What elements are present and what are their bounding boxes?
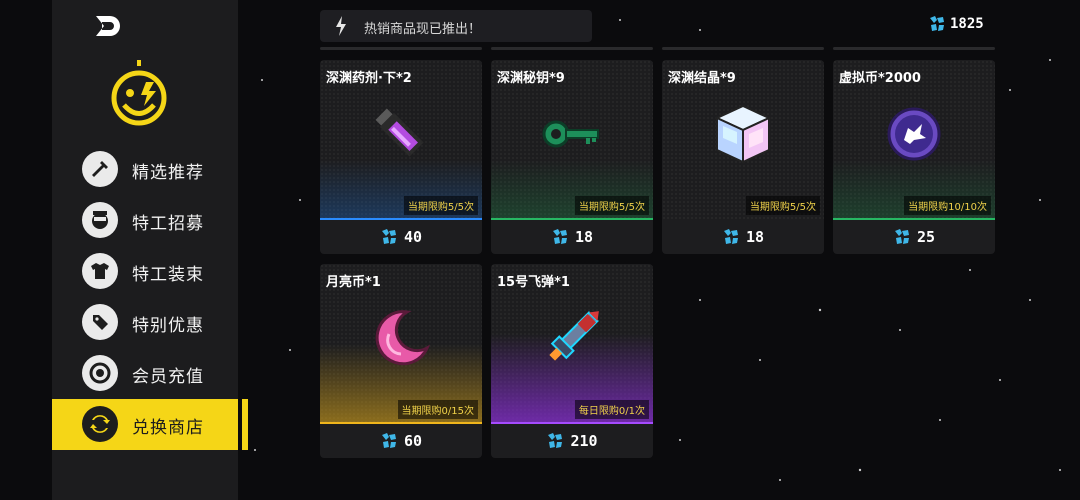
sidebar-item-agent-recruit[interactable]: 特工招募	[52, 195, 238, 246]
price-value: 40	[403, 228, 423, 246]
purchase-limit: 当期限购5/5次	[403, 196, 478, 215]
key-icon	[542, 120, 599, 148]
sidebar-item-member-recharge[interactable]: 会员充值	[52, 348, 238, 399]
back-icon[interactable]	[92, 14, 124, 38]
price-value: 210	[570, 432, 598, 450]
sidebar-item-agent-outfit[interactable]: 特工装束	[52, 246, 238, 297]
price-button[interactable]: 25	[833, 220, 995, 254]
crystal-icon	[723, 229, 738, 244]
tag-icon	[82, 304, 118, 340]
price-value: 18	[574, 228, 594, 246]
shop-item-card[interactable]: 深渊结晶*9 当期限购5/5次 18	[662, 60, 824, 254]
sidebar-item-featured[interactable]: 精选推荐	[52, 144, 238, 195]
sidebar-item-label: 特工招募	[132, 214, 204, 234]
sidebar-item-special-offer[interactable]: 特别优惠	[52, 297, 238, 348]
hot-items-notice[interactable]: 热销商品现已推出！	[320, 10, 592, 42]
row-divider	[833, 47, 995, 50]
sidebar-item-label: 会员充值	[132, 367, 204, 387]
potion-icon	[375, 108, 424, 157]
crystal-icon	[552, 229, 567, 244]
sidebar-item-label: 兑换商店	[132, 418, 204, 438]
item-title: 15号飞弹*1	[497, 275, 570, 290]
price-value: 25	[916, 228, 936, 246]
item-title: 虚拟币*2000	[839, 71, 921, 86]
row-divider	[491, 47, 653, 50]
purchase-limit: 当期限购0/15次	[397, 400, 478, 419]
purchase-limit: 每日限购0/1次	[574, 400, 649, 419]
virtual-coin-icon	[887, 107, 941, 161]
missile-icon	[549, 311, 599, 361]
crystal-icon	[930, 16, 944, 31]
lightning-icon	[336, 16, 346, 36]
crystal-icon	[894, 229, 909, 244]
item-title: 深渊药剂·下*2	[326, 71, 412, 86]
active-indicator	[242, 399, 248, 450]
target-icon	[82, 355, 118, 391]
item-title: 深渊结晶*9	[668, 71, 736, 86]
shop-item-card[interactable]: 虚拟币*2000 当期限购10/10次 25	[833, 60, 995, 254]
crystal-icon	[381, 229, 396, 244]
sidebar-nav: 精选推荐 特工招募 特工装束 特别优惠 会员充值 兑换商店	[52, 144, 248, 450]
sidebar-item-label: 特别优惠	[132, 316, 204, 336]
row-divider	[662, 47, 824, 50]
shirt-icon	[82, 253, 118, 289]
sidebar-item-exchange-store[interactable]: 兑换商店	[52, 399, 248, 450]
currency-balance: 1825	[928, 16, 984, 32]
price-button[interactable]: 210	[491, 424, 653, 458]
price-button[interactable]: 40	[320, 220, 482, 254]
price-button[interactable]: 18	[491, 220, 653, 254]
wrench-icon	[82, 151, 118, 187]
row-divider	[320, 47, 482, 50]
sidebar: 精选推荐 特工招募 特工装束 特别优惠 会员充值 兑换商店	[52, 0, 248, 500]
crystal-cube-icon	[714, 104, 772, 164]
crystal-icon	[548, 433, 563, 448]
purchase-limit: 当期限购10/10次	[904, 196, 991, 215]
item-title: 深渊秘钥*9	[497, 71, 565, 86]
crystal-icon	[381, 433, 396, 448]
notice-text: 热销商品现已推出！	[364, 22, 482, 37]
exchange-icon	[82, 406, 118, 442]
smiley-bolt-logo-icon	[111, 60, 167, 126]
shop-item-card[interactable]: 15号飞弹*1 每日限购0/1次 210	[491, 264, 653, 458]
shop-item-card[interactable]: 深渊秘钥*9 当期限购5/5次 18	[491, 60, 653, 254]
shop-item-card[interactable]: 月亮币*1 当期限购0/15次 60	[320, 264, 482, 458]
price-value: 60	[403, 432, 423, 450]
moon-coin-icon	[375, 310, 431, 366]
sidebar-item-label: 精选推荐	[132, 163, 204, 183]
purchase-limit: 当期限购5/5次	[574, 196, 649, 215]
shop-item-card[interactable]: 深渊药剂·下*2 当期限购5/5次 40	[320, 60, 482, 254]
sidebar-item-label: 特工装束	[132, 265, 204, 285]
price-button[interactable]: 60	[320, 424, 482, 458]
purchase-limit: 当期限购5/5次	[745, 196, 820, 215]
price-value: 18	[745, 228, 765, 246]
currency-amount: 1825	[950, 16, 984, 32]
agent-icon	[82, 202, 118, 238]
item-title: 月亮币*1	[326, 275, 381, 290]
price-button[interactable]: 18	[662, 220, 824, 254]
